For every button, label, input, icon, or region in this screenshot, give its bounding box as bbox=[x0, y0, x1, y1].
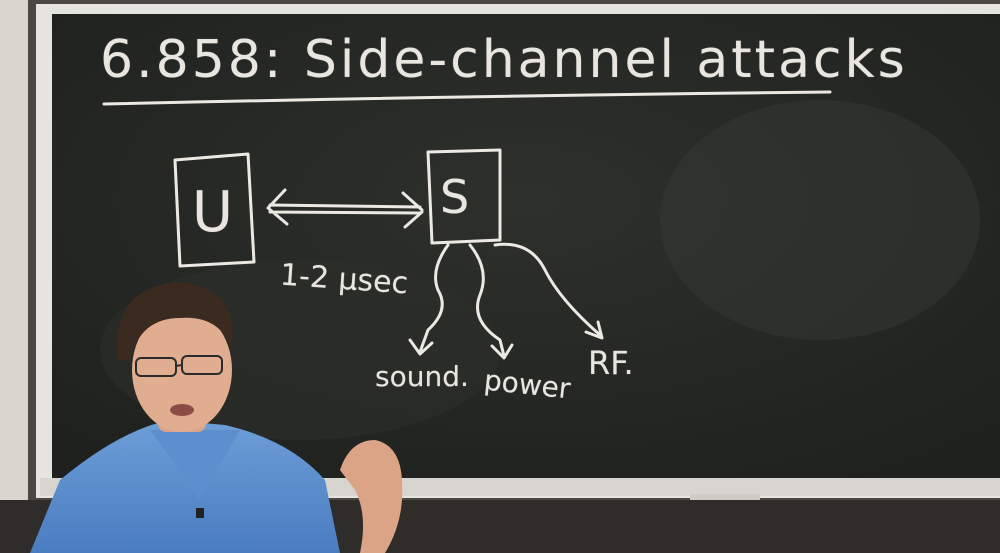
user-node-label: U bbox=[192, 180, 233, 245]
page-title: 6.858: Side-channel attacks bbox=[100, 30, 908, 90]
channel-rf-label: RF. bbox=[588, 344, 634, 382]
server-node-label: S bbox=[440, 170, 470, 224]
left-wall bbox=[0, 0, 28, 553]
channel-sound-label: sound. bbox=[375, 360, 469, 393]
